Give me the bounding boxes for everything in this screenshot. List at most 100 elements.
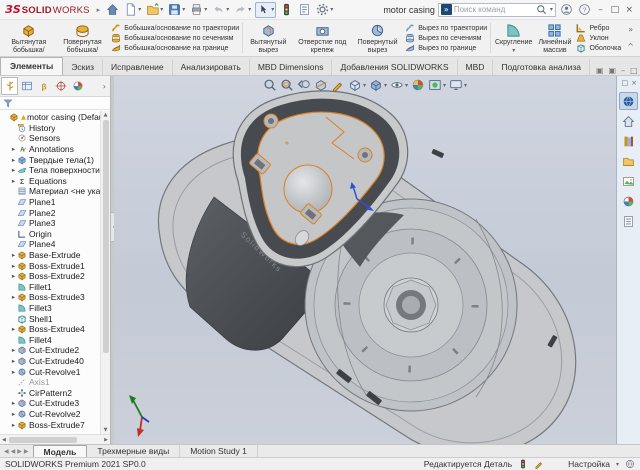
search-icon[interactable] bbox=[536, 4, 547, 15]
undo-button[interactable]: ▾ bbox=[211, 2, 230, 18]
feature-tree-tab[interactable] bbox=[1, 77, 18, 95]
tree-item-boss-extrude7[interactable]: ▸Boss-Extrude7 bbox=[0, 419, 100, 430]
tree-item-sensors[interactable]: Sensors bbox=[0, 133, 100, 144]
rib-button[interactable]: Ребро bbox=[576, 23, 621, 33]
tree-item-fillet1[interactable]: Fillet1 bbox=[0, 282, 100, 293]
tree-item-annotations[interactable]: ▸AAnnotations bbox=[0, 144, 100, 155]
panel-tabs-overflow-icon[interactable]: › bbox=[103, 82, 109, 91]
property-manager-tab[interactable] bbox=[18, 77, 35, 95]
expand-arrow-icon[interactable]: ▸ bbox=[10, 272, 17, 280]
boundary-boss-base-button[interactable]: Бобышка/основание на границе bbox=[111, 43, 239, 53]
maximize-button[interactable]: □ bbox=[609, 5, 620, 15]
tab-sketch[interactable]: Эскиз bbox=[63, 59, 103, 75]
tree-item-cut-extrude3[interactable]: ▸Cut-Extrude3 bbox=[0, 398, 100, 409]
file-properties-button[interactable] bbox=[297, 2, 312, 18]
print-button[interactable]: ▾ bbox=[189, 2, 208, 18]
tree-item-fillet3[interactable]: Fillet3 bbox=[0, 303, 100, 314]
expand-arrow-icon[interactable]: ▸ bbox=[10, 177, 17, 185]
hide-show-items-button[interactable]: ▾ bbox=[390, 78, 408, 92]
tree-item-shell1[interactable]: Shell1 bbox=[0, 313, 100, 324]
custom-properties-button[interactable] bbox=[619, 212, 638, 230]
zoom-to-fit-button[interactable] bbox=[263, 78, 277, 92]
ribbon-overflow-icon[interactable]: » bbox=[628, 25, 633, 34]
minimize-button[interactable]: – bbox=[595, 5, 606, 15]
tree-item-motor-casing[interactable]: ▲motor casing (Default<<Defa bbox=[0, 112, 100, 123]
tree-filter[interactable] bbox=[0, 97, 110, 110]
fillet-button[interactable]: Скругление▾ bbox=[492, 21, 535, 55]
3d-model-motor-casing[interactable]: SolidWorks bbox=[114, 76, 616, 444]
user-account-button[interactable] bbox=[559, 2, 574, 18]
close-button[interactable]: × bbox=[624, 5, 635, 15]
tree-item-cut-extrude2[interactable]: ▸Cut-Extrude2 bbox=[0, 345, 100, 356]
extruded-cut-button[interactable]: Вытянутый вырез bbox=[244, 21, 293, 55]
rebuild-button[interactable] bbox=[279, 2, 294, 18]
expand-arrow-icon[interactable]: ▸ bbox=[10, 421, 17, 429]
tab-repair[interactable]: Исправление bbox=[103, 59, 173, 75]
pane-toggle-left-icon[interactable]: ▣ bbox=[596, 66, 604, 75]
redo-button[interactable]: ▾ bbox=[233, 2, 252, 18]
web-help-icon[interactable] bbox=[625, 459, 635, 469]
tree-horizontal-scrollbar[interactable]: ◀ ▶ bbox=[0, 434, 110, 444]
tab-solidworks-addins[interactable]: Добавления SOLIDWORKS bbox=[332, 59, 457, 75]
expand-arrow-icon[interactable]: ▸ bbox=[10, 410, 17, 418]
scroll-thumb[interactable] bbox=[103, 120, 109, 353]
ribbon-collapse-icon[interactable]: ^ bbox=[627, 42, 634, 51]
solidworks-resources-button[interactable] bbox=[619, 92, 638, 110]
doc-minimize-icon[interactable]: – bbox=[621, 66, 625, 75]
expand-arrow-icon[interactable]: ▸ bbox=[10, 368, 17, 376]
first-tab-icon[interactable]: ◀ bbox=[4, 448, 9, 455]
scroll-right-icon[interactable]: ▶ bbox=[102, 436, 110, 444]
tree-item-cut-extrude40[interactable]: ▸Cut-Extrude40 bbox=[0, 356, 100, 367]
scroll-down-icon[interactable]: ▼ bbox=[102, 426, 110, 434]
lofted-cut-button[interactable]: Вырез по сечениям bbox=[405, 33, 487, 43]
expand-arrow-icon[interactable]: ▸ bbox=[10, 262, 17, 270]
expand-arrow-icon[interactable]: ▸ bbox=[10, 293, 17, 301]
tree-item-plane4[interactable]: Plane4 bbox=[0, 239, 100, 250]
linear-pattern-button[interactable]: Линейный массив▾ bbox=[535, 21, 574, 55]
expand-arrow-icon[interactable]: ▸ bbox=[10, 346, 17, 354]
swept-boss-base-button[interactable]: Бобышка/основание по траектории bbox=[111, 23, 239, 33]
help-button[interactable]: ? bbox=[577, 2, 592, 18]
tab-3d-views[interactable]: Трехмерные виды bbox=[87, 445, 180, 457]
dimxpert-manager-tab[interactable] bbox=[52, 77, 69, 95]
tab-mbd-dimensions[interactable]: MBD Dimensions bbox=[250, 59, 333, 75]
view-palette-button[interactable] bbox=[619, 172, 638, 190]
next-tab-icon[interactable]: ▶ bbox=[17, 448, 22, 455]
tree-item-material[interactable]: Материал <не указан> bbox=[0, 186, 100, 197]
new-document-button[interactable]: ▾ bbox=[123, 2, 142, 18]
extruded-boss-base-button[interactable]: Вытянутая бобышка/основание bbox=[2, 21, 56, 55]
display-style-button[interactable]: ▾ bbox=[369, 78, 387, 92]
tab-mbd[interactable]: MBD bbox=[458, 59, 494, 75]
tree-item-cirpattern2[interactable]: CirPattern2 bbox=[0, 387, 100, 398]
tree-item-boss-extrude2[interactable]: ▸Boss-Extrude2 bbox=[0, 271, 100, 282]
revolved-cut-button[interactable]: Повернутый вырез bbox=[352, 21, 403, 55]
appearances-scenes-button[interactable] bbox=[619, 192, 638, 210]
command-search-box[interactable]: » ▾ bbox=[438, 3, 556, 17]
file-explorer-button[interactable] bbox=[619, 152, 638, 170]
tree-item-boss-extrude3[interactable]: ▸Boss-Extrude3 bbox=[0, 292, 100, 303]
expand-arrow-icon[interactable]: ▸ bbox=[10, 145, 17, 153]
expand-arrow-icon[interactable]: ▸ bbox=[10, 399, 17, 407]
search-input[interactable] bbox=[454, 5, 534, 14]
last-tab-icon[interactable]: ▶ bbox=[24, 448, 29, 455]
apply-scene-button[interactable]: ▾ bbox=[428, 78, 446, 92]
swept-cut-button[interactable]: Вырез по траектории bbox=[405, 23, 487, 33]
edit-appearance-button[interactable] bbox=[411, 78, 425, 92]
tree-item-equations[interactable]: ▸ΣEquations bbox=[0, 176, 100, 187]
open-button[interactable]: ▾ bbox=[145, 2, 164, 18]
tree-item-axis1[interactable]: Axis1 bbox=[0, 377, 100, 388]
design-library-button[interactable] bbox=[619, 132, 638, 150]
tree-item-solid-bodies[interactable]: ▸Твердые тела(1) bbox=[0, 154, 100, 165]
tree-item-cut-revolve2[interactable]: ▸Cut-Revolve2 bbox=[0, 409, 100, 420]
tab-model[interactable]: Модель bbox=[33, 445, 88, 457]
tree-item-base-extrude[interactable]: ▸Base-Extrude bbox=[0, 250, 100, 261]
sketch-annotation-button[interactable] bbox=[331, 78, 345, 92]
toolbar-expand-icon[interactable]: ▸ bbox=[97, 6, 101, 14]
save-button[interactable]: ▾ bbox=[167, 2, 186, 18]
expand-arrow-icon[interactable]: ▸ bbox=[10, 357, 17, 365]
select-button[interactable]: ▾ bbox=[255, 2, 276, 18]
options-button[interactable]: ▾ bbox=[315, 2, 334, 18]
view-settings-button[interactable]: ▾ bbox=[449, 78, 467, 92]
tree-item-origin[interactable]: Origin bbox=[0, 229, 100, 240]
scroll-up-icon[interactable]: ▲ bbox=[102, 111, 110, 119]
